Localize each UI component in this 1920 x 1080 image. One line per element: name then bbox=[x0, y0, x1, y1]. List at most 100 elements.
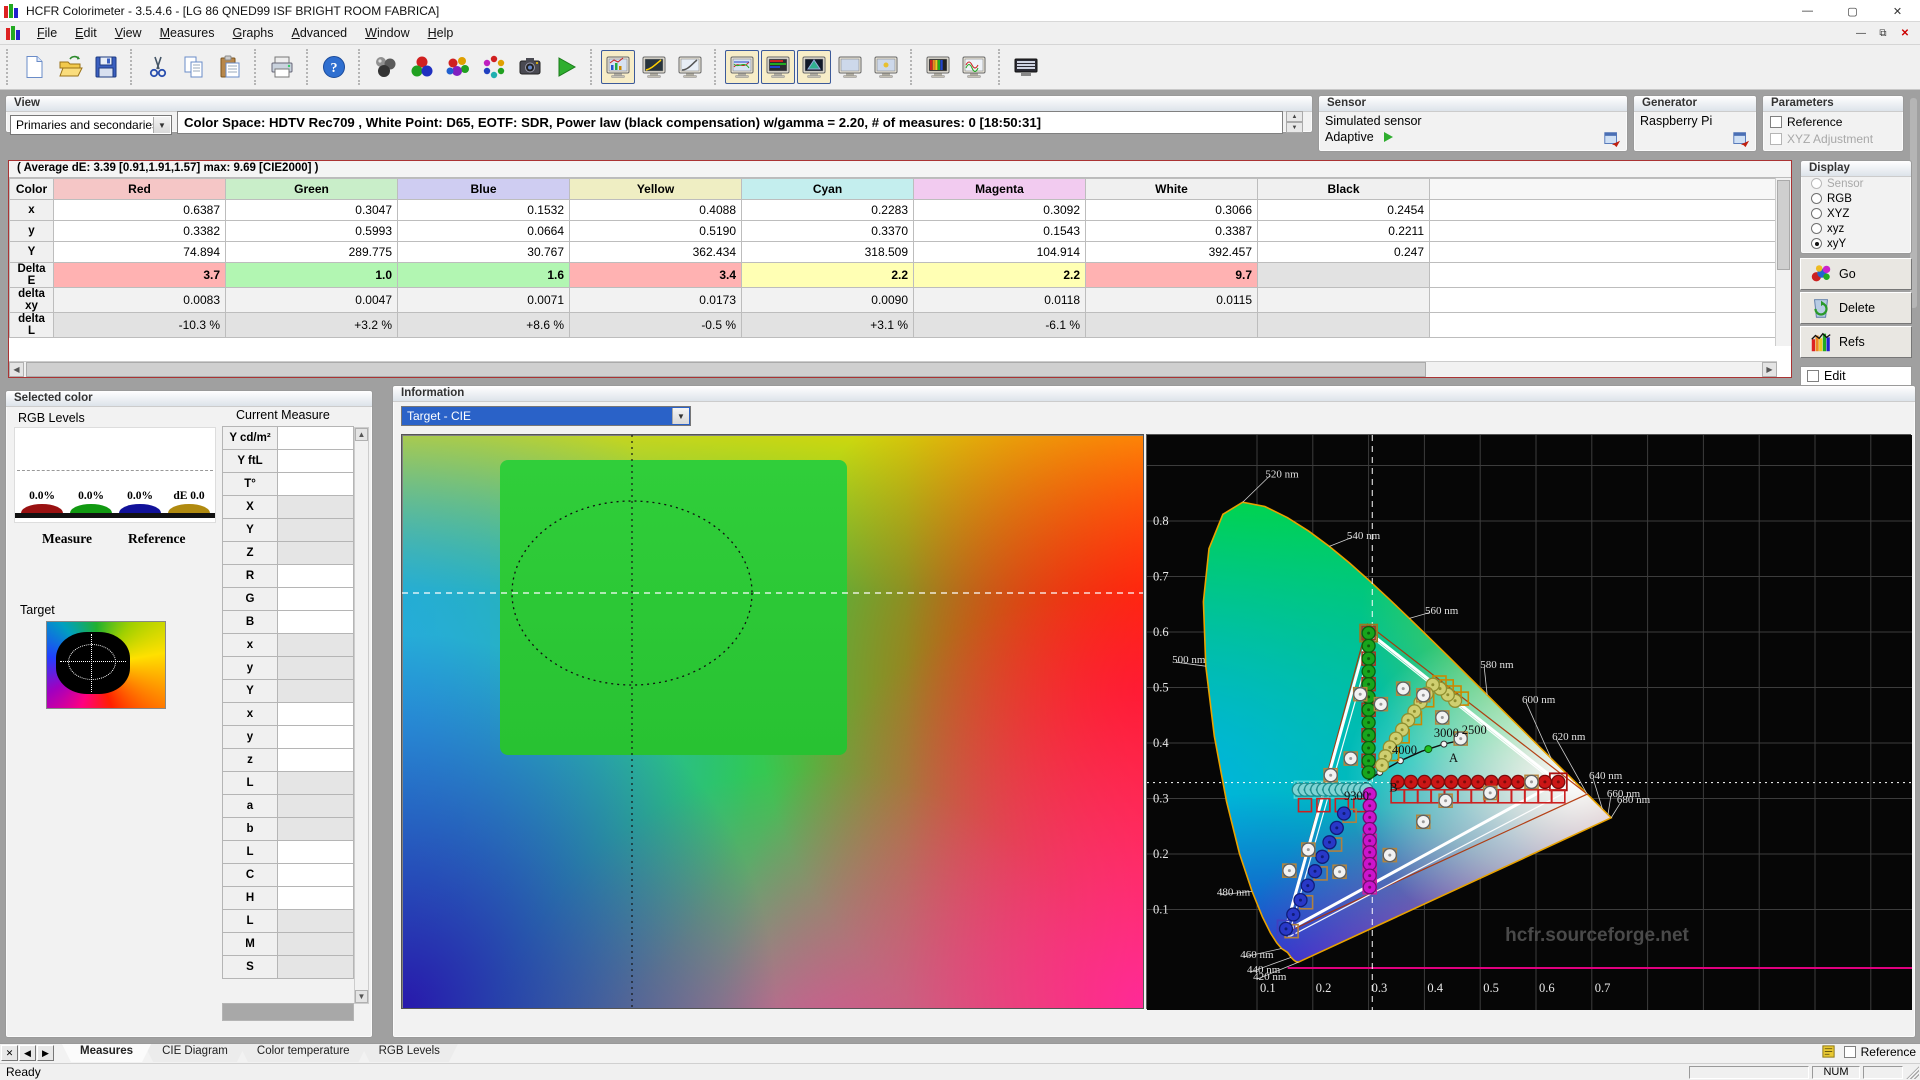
minimize-button[interactable]: — bbox=[1785, 0, 1830, 22]
measure-cell[interactable]: 0.3370 bbox=[741, 220, 914, 242]
edit-checkbox[interactable]: Edit bbox=[1800, 366, 1912, 386]
view-luminance-button[interactable] bbox=[673, 50, 707, 84]
measure-cell[interactable]: 0.3092 bbox=[913, 199, 1086, 221]
tab-prev-icon[interactable]: ◀ bbox=[19, 1045, 36, 1061]
view-measures-button[interactable] bbox=[601, 50, 635, 84]
measure-cell[interactable]: 0.247 bbox=[1257, 241, 1430, 263]
column-header[interactable]: Cyan bbox=[741, 178, 914, 200]
tab-measures[interactable]: Measures bbox=[62, 1044, 151, 1062]
measure-cell[interactable]: 0.0664 bbox=[397, 220, 570, 242]
chevron-down-icon[interactable]: ▼ bbox=[153, 117, 170, 133]
measure-row-value[interactable] bbox=[278, 725, 354, 749]
measure-row-value[interactable] bbox=[278, 679, 354, 703]
measure-cell[interactable]: 0.1532 bbox=[397, 199, 570, 221]
column-header[interactable]: White bbox=[1085, 178, 1258, 200]
measure-row-value[interactable] bbox=[278, 610, 354, 634]
measure-row-value[interactable] bbox=[278, 863, 354, 887]
measure-cell[interactable]: 104.914 bbox=[913, 241, 1086, 263]
measure-row-value[interactable] bbox=[278, 656, 354, 680]
about-button[interactable]: ? bbox=[317, 50, 351, 84]
measure-cell[interactable]: 74.894 bbox=[53, 241, 226, 263]
saturations-measure-button[interactable] bbox=[477, 50, 511, 84]
measure-cell[interactable]: 0.2211 bbox=[1257, 220, 1430, 242]
open-button[interactable] bbox=[53, 50, 87, 84]
measure-cell[interactable] bbox=[1257, 287, 1430, 313]
color-mode-select[interactable]: Primaries and secondaries ▼ bbox=[10, 115, 172, 135]
measure-cell[interactable]: 1.0 bbox=[225, 262, 398, 288]
measure-spinner[interactable]: ▲ ▼ bbox=[1286, 111, 1303, 133]
measure-row-value[interactable] bbox=[278, 564, 354, 588]
radio-icon[interactable] bbox=[1811, 238, 1822, 249]
spinner-up-icon[interactable]: ▲ bbox=[1286, 111, 1303, 122]
menu-window[interactable]: Window bbox=[356, 23, 418, 43]
adaptive-run-icon[interactable] bbox=[1382, 131, 1394, 143]
measure-cell[interactable]: 0.3066 bbox=[1085, 199, 1258, 221]
menu-view[interactable]: View bbox=[106, 23, 151, 43]
display-option-xyz[interactable]: XYZ bbox=[1801, 207, 1911, 222]
tab-close-icon[interactable]: ✕ bbox=[1, 1045, 18, 1061]
measure-row-value[interactable] bbox=[278, 955, 354, 979]
measure-cell[interactable]: 0.0115 bbox=[1085, 287, 1258, 313]
measure-row-value[interactable] bbox=[278, 909, 354, 933]
measure-cell[interactable]: 0.6387 bbox=[53, 199, 226, 221]
cut-button[interactable] bbox=[141, 50, 175, 84]
delete-button[interactable]: Delete bbox=[1800, 292, 1912, 324]
measure-cell[interactable]: 0.0047 bbox=[225, 287, 398, 313]
radio-icon[interactable] bbox=[1811, 193, 1822, 204]
measure-cell[interactable]: 0.3047 bbox=[225, 199, 398, 221]
measure-row-value[interactable] bbox=[278, 472, 354, 496]
measure-row-value[interactable] bbox=[278, 449, 354, 473]
display-option-xyz[interactable]: xyz bbox=[1801, 222, 1911, 237]
measure-cell[interactable] bbox=[1257, 312, 1430, 338]
information-view-select[interactable]: Target - CIE ▼ bbox=[401, 406, 691, 426]
spinner-down-icon[interactable]: ▼ bbox=[1286, 122, 1303, 133]
chevron-down-icon[interactable]: ▼ bbox=[672, 408, 689, 424]
reference-toggle[interactable]: Reference bbox=[1843, 1045, 1916, 1059]
measure-row-value[interactable] bbox=[278, 794, 354, 818]
menu-file[interactable]: File bbox=[28, 23, 66, 43]
tab-cie-diagram[interactable]: CIE Diagram bbox=[144, 1044, 246, 1062]
go-button[interactable]: Go bbox=[1800, 258, 1912, 290]
measure-row-value[interactable] bbox=[278, 495, 354, 519]
edit-checkbox-box[interactable] bbox=[1807, 370, 1819, 382]
measure-cell[interactable]: +3.1 % bbox=[741, 312, 914, 338]
run-measures-button[interactable] bbox=[549, 50, 583, 84]
column-header[interactable]: Color bbox=[9, 178, 54, 200]
close-button[interactable]: ✕ bbox=[1875, 0, 1920, 22]
measure-row-value[interactable] bbox=[278, 633, 354, 657]
view-screen-a-button[interactable] bbox=[833, 50, 867, 84]
menu-help[interactable]: Help bbox=[419, 23, 463, 43]
sensor-measure-button[interactable] bbox=[369, 50, 403, 84]
radio-icon[interactable] bbox=[1811, 208, 1822, 219]
current-measure-scrollbar[interactable]: ▲ ▼ bbox=[354, 427, 369, 1004]
view-colorchecker-button[interactable] bbox=[921, 50, 955, 84]
reference-toggle-box[interactable] bbox=[1843, 1045, 1856, 1058]
sensor-config-icon[interactable] bbox=[1603, 130, 1621, 148]
measure-row-value[interactable] bbox=[278, 840, 354, 864]
generator-config-icon[interactable] bbox=[1732, 130, 1750, 148]
view-waveform-button[interactable] bbox=[957, 50, 991, 84]
measure-cell[interactable]: -10.3 % bbox=[53, 312, 226, 338]
measure-row-value[interactable] bbox=[278, 886, 354, 910]
measure-cell[interactable]: 289.775 bbox=[225, 241, 398, 263]
measure-cell[interactable]: 0.5190 bbox=[569, 220, 742, 242]
copy-button[interactable] bbox=[177, 50, 211, 84]
new-document-button[interactable] bbox=[17, 50, 51, 84]
measure-cell[interactable]: 30.767 bbox=[397, 241, 570, 263]
menu-edit[interactable]: Edit bbox=[66, 23, 106, 43]
scroll-right-icon[interactable]: ▶ bbox=[1762, 362, 1777, 377]
mdi-close-button[interactable]: ✕ bbox=[1894, 24, 1916, 42]
maximize-button[interactable]: ▢ bbox=[1830, 0, 1875, 22]
measure-cell[interactable]: -0.5 % bbox=[569, 312, 742, 338]
measure-cell[interactable]: 0.4088 bbox=[569, 199, 742, 221]
secondaries-measure-button[interactable] bbox=[441, 50, 475, 84]
measure-cell[interactable]: 392.457 bbox=[1085, 241, 1258, 263]
measure-cell[interactable]: 362.434 bbox=[569, 241, 742, 263]
measure-cell[interactable]: 0.3387 bbox=[1085, 220, 1258, 242]
measure-cell[interactable]: 9.7 bbox=[1085, 262, 1258, 288]
scroll-down-icon[interactable]: ▼ bbox=[355, 990, 368, 1003]
scroll-up-icon[interactable]: ▲ bbox=[355, 428, 368, 441]
mdi-restore-button[interactable]: ⧉ bbox=[1872, 24, 1894, 42]
primaries-measure-button[interactable] bbox=[405, 50, 439, 84]
resize-grip[interactable] bbox=[1906, 1065, 1919, 1079]
